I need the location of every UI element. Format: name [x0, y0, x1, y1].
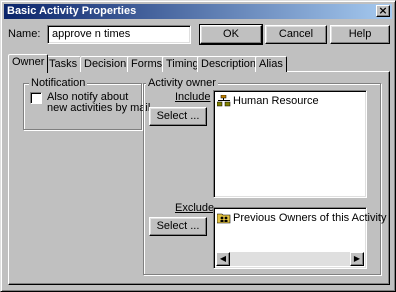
- notify-by-mail-checkbox[interactable]: [30, 92, 42, 104]
- arrow-left-icon: ◀: [219, 254, 227, 263]
- window-title: Basic Activity Properties: [7, 5, 137, 17]
- cancel-button[interactable]: Cancel: [265, 25, 327, 44]
- close-button[interactable]: ×: [376, 5, 390, 17]
- list-item[interactable]: Human Resource: [217, 95, 319, 107]
- notify-checkbox-label-line2: new activities by mail: [47, 102, 151, 114]
- arrow-right-icon: ▶: [353, 254, 361, 263]
- tab-forms[interactable]: Forms: [127, 56, 167, 72]
- include-item-label: Human Resource: [233, 95, 319, 107]
- exclude-item-label: Previous Owners of this Activity: [233, 212, 387, 224]
- tab-owner[interactable]: Owner: [8, 54, 49, 73]
- include-label: Include: [175, 91, 211, 103]
- activity-owner-group-label: Activity owner: [146, 77, 218, 89]
- tab-alias[interactable]: Alias: [255, 56, 287, 72]
- group-icon: [217, 95, 231, 107]
- notification-group-label: Notification: [29, 77, 88, 89]
- exclude-select-button[interactable]: Select ...: [149, 217, 207, 236]
- exclude-horizontal-scrollbar[interactable]: ◀ ▶: [216, 252, 364, 266]
- include-listbox[interactable]: Human Resource: [213, 90, 367, 198]
- close-icon: ×: [378, 4, 388, 17]
- exclude-label: Exclude: [175, 202, 215, 214]
- include-select-button[interactable]: Select ...: [149, 107, 207, 126]
- scroll-left-button[interactable]: ◀: [216, 252, 230, 266]
- tab-tasks[interactable]: Tasks: [45, 56, 82, 72]
- ok-button[interactable]: OK: [199, 24, 263, 45]
- folder-users-icon: [217, 213, 231, 224]
- name-input[interactable]: approve n times: [47, 25, 191, 44]
- tab-description[interactable]: Description: [197, 56, 261, 72]
- tab-decision[interactable]: Decision: [80, 56, 131, 72]
- tab-panel-owner: Notification Also notify about new activ…: [8, 71, 390, 285]
- title-bar[interactable]: Basic Activity Properties ×: [4, 4, 392, 19]
- scroll-right-button[interactable]: ▶: [350, 252, 364, 266]
- list-item[interactable]: Previous Owners of this Activity: [217, 212, 386, 224]
- name-label: Name:: [8, 28, 41, 40]
- exclude-listbox[interactable]: Previous Owners of this Activity ◀ ▶: [213, 207, 386, 269]
- dialog-window: Basic Activity Properties × Name: approv…: [0, 0, 396, 292]
- help-button[interactable]: Help: [330, 25, 390, 44]
